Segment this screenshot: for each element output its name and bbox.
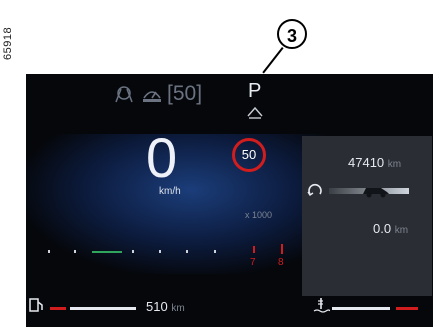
rpm-tick [186, 250, 188, 253]
callout-3: 3 [277, 19, 307, 49]
driver-assist-icon [115, 86, 133, 103]
callout-3-leader [262, 47, 284, 74]
trip-distance: 0.0 km [373, 221, 408, 236]
odometer-value: 47410 [348, 155, 385, 170]
odometer: 47410 km [348, 155, 401, 170]
trip-reset-icon [307, 183, 322, 196]
temperature-gauge-red [396, 307, 418, 310]
range-value: 510 [146, 299, 168, 314]
odometer-unit: km [387, 159, 402, 170]
rpm-tick [132, 250, 134, 253]
temperature-gauge-fill [332, 307, 390, 310]
auto-hold-icon [247, 106, 263, 119]
rpm-tick-red [281, 244, 283, 254]
instrument-cluster: [50] P 0 km/h 50 x 1000 47410 km 0.0 km … [26, 74, 433, 327]
rpm-tick-green [92, 251, 122, 253]
fuel-pump-icon [29, 298, 43, 312]
speed-unit: km/h [159, 186, 181, 197]
fuel-range: 510 km [146, 299, 185, 314]
range-unit: km [171, 303, 185, 314]
speed-value: 0 [146, 126, 178, 189]
rpm-tick [48, 250, 50, 253]
rpm-label-8: 8 [278, 257, 284, 268]
rpm-label-7: 7 [250, 257, 256, 268]
tachometer-scale: 7 8 [26, 244, 326, 274]
cruise-control-icon [143, 91, 161, 102]
trip-value: 0.0 [373, 221, 392, 236]
trip-unit: km [394, 225, 409, 236]
fuel-gauge-red [50, 307, 66, 310]
fuel-gauge-fill [70, 307, 136, 310]
car-icon [363, 188, 389, 198]
speed-limit-sign: 50 [232, 138, 266, 172]
rpm-tick [74, 250, 76, 253]
gear-indicator: P [248, 80, 262, 102]
rpm-multiplier: x 1000 [245, 210, 273, 220]
coolant-temperature-icon [313, 298, 330, 313]
cruise-set-speed: [50] [167, 82, 203, 105]
figure-id: 65918 [2, 26, 14, 60]
rpm-tick-red [253, 246, 255, 253]
rpm-tick [214, 250, 216, 253]
rpm-tick [159, 250, 161, 253]
